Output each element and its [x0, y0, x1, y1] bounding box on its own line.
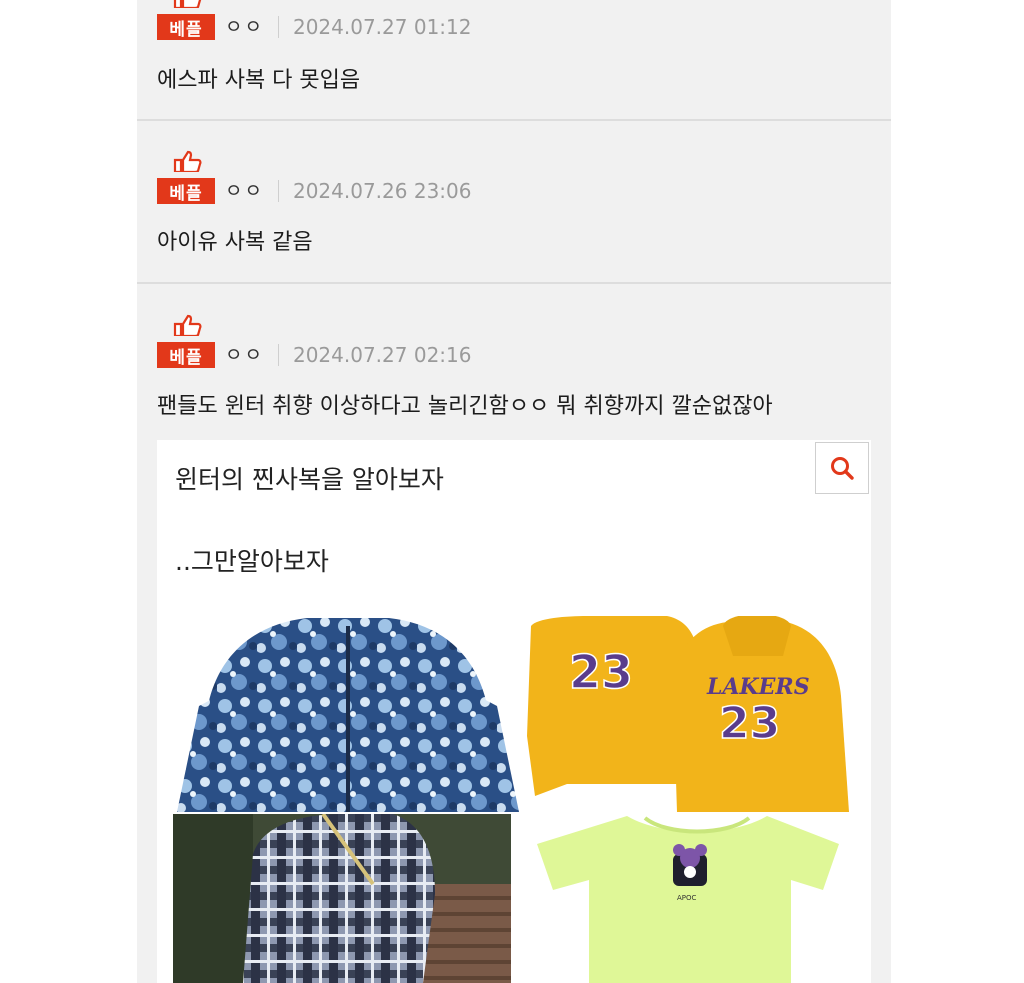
- meta-separator: [277, 16, 279, 38]
- thumbs-up-icon: [173, 150, 202, 172]
- meta-separator: [277, 180, 279, 202]
- embedded-post-card[interactable]: 윈터의 찐사복을 알아보자 ..그만알아보자 23 LAKERS 23 APOC: [157, 440, 871, 983]
- search-icon: [831, 457, 854, 480]
- thumbs-up-icon: [173, 0, 202, 8]
- lakers-23-hoodies-photo[interactable]: 23 LAKERS 23: [527, 616, 851, 812]
- thumbs-up-icon: [173, 314, 202, 336]
- comment-meta: 베플 ㅇㅇ 2024.07.27 02:16: [157, 314, 472, 368]
- embedded-post-title: 윈터의 찐사복을 알아보자: [175, 465, 444, 494]
- comment-meta: 베플 ㅇㅇ 2024.07.27 01:12: [157, 0, 472, 40]
- svg-text:23: 23: [719, 698, 780, 749]
- comment-text: 에스파 사복 다 못입음: [157, 68, 361, 93]
- search-button[interactable]: [815, 442, 869, 494]
- comment-author: ㅇㅇ: [225, 16, 264, 38]
- best-reply-badge: 베플: [157, 314, 215, 368]
- svg-text:LAKERS: LAKERS: [706, 674, 810, 700]
- comment-author: ㅇㅇ: [225, 344, 264, 366]
- comment-text: 아이유 사복 같음: [157, 230, 313, 255]
- comment-timestamp: 2024.07.26 23:06: [292, 179, 472, 203]
- comment-text: 팬들도 윈터 취향 이상하다고 놀리긴함ㅇㅇ 뭐 취향까지 깔순없잖아: [157, 394, 773, 419]
- best-reply-badge: 베플: [157, 150, 215, 204]
- embedded-post-subtitle: ..그만알아보자: [175, 547, 329, 576]
- comment-author: ㅇㅇ: [225, 180, 264, 202]
- comment-timestamp: 2024.07.27 01:12: [292, 15, 472, 39]
- svg-text:23: 23: [569, 645, 633, 699]
- tie-dye-hoodie-photo[interactable]: [177, 616, 519, 812]
- plaid-shirt-photo[interactable]: [173, 814, 511, 983]
- shirt-print-text: APOC: [677, 894, 697, 902]
- comment-divider: [137, 119, 891, 121]
- meta-separator: [277, 344, 279, 366]
- bear-graphic: [673, 844, 707, 886]
- comment-divider: [137, 282, 891, 284]
- comment-timestamp: 2024.07.27 02:16: [292, 343, 472, 367]
- comment-meta: 베플 ㅇㅇ 2024.07.26 23:06: [157, 150, 472, 204]
- comment-list: 베플 ㅇㅇ 2024.07.27 01:12 에스파 사복 다 못입음 베플 ㅇ…: [137, 0, 891, 983]
- best-reply-badge: 베플: [157, 0, 215, 40]
- neon-bear-tshirt-photo[interactable]: APOC: [527, 814, 851, 983]
